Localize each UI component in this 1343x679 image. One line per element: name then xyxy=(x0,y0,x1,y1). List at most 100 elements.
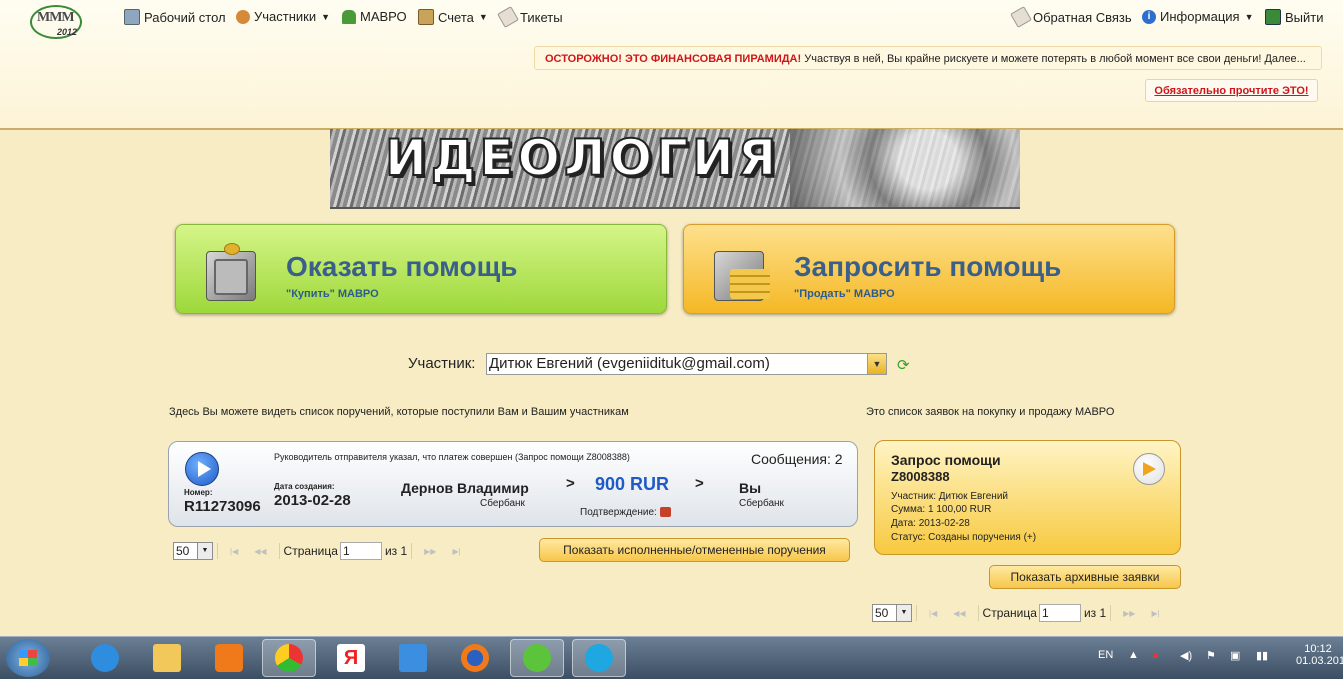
next-page-icon[interactable]: ▶▶ xyxy=(424,547,436,556)
per-page-value: 50 xyxy=(176,544,190,558)
nav-participants[interactable]: Участники ▼ xyxy=(236,9,330,24)
give-help-title: Оказать помощь xyxy=(286,251,518,282)
taskbar-mail[interactable] xyxy=(386,639,440,677)
taskbar-media-player[interactable] xyxy=(202,639,256,677)
order-number-label: Номер: xyxy=(184,488,213,497)
taskbar-explorer[interactable] xyxy=(140,639,194,677)
nav-tickets[interactable]: Тикеты xyxy=(497,6,563,28)
nav-mavro[interactable]: МАВРО xyxy=(342,9,407,24)
nav-info[interactable]: i Информация ▼ xyxy=(1142,9,1254,24)
nav-logout-label: Выйти xyxy=(1285,9,1324,25)
request-card[interactable]: Запрос помощи Z8008388 Участник: Дитюк Е… xyxy=(874,440,1181,555)
nav-feedback[interactable]: Обратная Связь xyxy=(1010,6,1132,28)
power-icon[interactable]: ▣ xyxy=(1230,649,1240,662)
volume-icon[interactable]: ◀) xyxy=(1180,649,1192,662)
order-card[interactable]: Руководитель отправителя указал, что пла… xyxy=(168,441,858,527)
prev-page-icon[interactable]: ◀◀ xyxy=(953,609,965,618)
desktop-icon xyxy=(124,9,140,25)
page-input[interactable]: 1 xyxy=(1038,604,1081,622)
chevron-down-icon: ▼ xyxy=(896,605,911,621)
participant-label: Участник: xyxy=(408,355,476,372)
feedback-icon xyxy=(1010,6,1032,28)
logo-mark: МММ xyxy=(37,10,75,25)
divider xyxy=(278,543,280,559)
must-read-link[interactable]: Обязательно прочтите ЭТО! xyxy=(1145,79,1318,102)
request-help-button[interactable]: Запросить помощь "Продать" МАВРО xyxy=(683,224,1175,314)
request-help-title: Запросить помощь xyxy=(794,251,1062,282)
chevron-down-icon: ▼ xyxy=(1244,11,1254,22)
signal-icon[interactable]: ▮▮ xyxy=(1256,649,1268,662)
orders-pager: 50 ▼ |◀ ◀◀ Страница 1 из 1 ▶▶ ▶| xyxy=(173,542,469,560)
nav-desktop-label: Рабочий стол xyxy=(144,9,226,25)
nav-logout[interactable]: Выйти xyxy=(1265,9,1324,25)
next-page-icon[interactable]: ▶▶ xyxy=(1123,609,1135,618)
nav-desktop[interactable]: Рабочий стол xyxy=(124,9,226,25)
network-warning-icon[interactable]: ▲ xyxy=(1150,649,1161,661)
mmm-logo[interactable]: МММ 2012 xyxy=(30,3,82,39)
firefox-icon xyxy=(461,644,489,672)
divider xyxy=(916,605,917,621)
windows-taskbar: Я EN ▲ ▲ ◀) ⚑ ▣ ▮▮ 10:12 01.03.2013 xyxy=(0,636,1343,679)
flag-icon[interactable]: ⚑ xyxy=(1206,649,1216,662)
order-note: Руководитель отправителя указал, что пла… xyxy=(274,452,630,462)
mail-icon xyxy=(399,644,427,672)
divider xyxy=(411,543,413,559)
explorer-icon xyxy=(153,644,181,672)
divider xyxy=(217,543,218,559)
divider xyxy=(977,605,979,621)
page-label: Страница xyxy=(982,606,1037,620)
nav-accounts-label: Счета xyxy=(438,9,474,25)
orders-per-page-select[interactable]: 50 ▼ xyxy=(173,542,213,560)
ideology-banner[interactable]: ИДЕОЛОГИЯ xyxy=(330,128,1020,209)
participant-select[interactable]: Дитюк Евгений (evgeniidituk@gmail.com) ▼ xyxy=(486,353,887,375)
arrow-right-icon: > xyxy=(695,475,704,492)
prev-page-icon[interactable]: ◀◀ xyxy=(254,547,266,556)
taskbar-skype[interactable] xyxy=(572,639,626,677)
tray-expand-icon[interactable]: ▲ xyxy=(1128,649,1139,661)
nav-mavro-label: МАВРО xyxy=(360,9,407,24)
arrow-right-circle-icon[interactable] xyxy=(1133,453,1165,485)
page-input[interactable]: 1 xyxy=(339,542,382,560)
chevron-down-icon: ▼ xyxy=(478,12,488,22)
warning-text: Участвуя в ней, Вы крайне рискуете и мож… xyxy=(801,53,1306,65)
request-status: Статус: Созданы поручения (+) xyxy=(891,532,1037,543)
order-amount: 900 RUR xyxy=(595,474,670,494)
order-number: R11273096 xyxy=(184,498,261,515)
order-sender-bank: Сбербанк xyxy=(480,498,525,509)
order-recipient-name: Вы xyxy=(739,480,762,496)
show-archive-button[interactable]: Показать архивные заявки xyxy=(989,565,1181,589)
request-title: Запрос помощи xyxy=(891,452,1001,468)
taskbar-chrome[interactable] xyxy=(262,639,316,677)
first-page-icon[interactable]: |◀ xyxy=(929,609,937,618)
start-button[interactable] xyxy=(6,639,50,677)
banner-artwork xyxy=(790,129,1020,207)
page-label: Страница xyxy=(283,544,338,558)
chevron-down-icon[interactable]: ▼ xyxy=(867,354,886,374)
request-participant: Участник: Дитюк Евгений xyxy=(891,491,1009,502)
order-sender-name: Дернов Владимир xyxy=(401,480,529,496)
confirmation-icon[interactable] xyxy=(659,507,671,518)
taskbar-clock[interactable]: 10:12 01.03.2013 xyxy=(1296,643,1343,667)
requests-per-page-select[interactable]: 50 ▼ xyxy=(872,604,912,622)
page-of-label: из 1 xyxy=(1083,606,1107,620)
nav-accounts[interactable]: Счета ▼ xyxy=(418,9,488,25)
ie-icon xyxy=(91,644,119,672)
show-completed-orders-button[interactable]: Показать исполненные/отмененные поручени… xyxy=(539,538,850,562)
taskbar-firefox[interactable] xyxy=(448,639,502,677)
first-page-icon[interactable]: |◀ xyxy=(230,547,238,556)
last-page-icon[interactable]: ▶| xyxy=(1151,609,1159,618)
order-date: 2013-02-28 xyxy=(274,492,351,509)
request-amount: Сумма: 1 100,00 RUR xyxy=(891,504,992,515)
taskbar-yandex[interactable]: Я xyxy=(324,639,378,677)
give-help-button[interactable]: Оказать помощь "Купить" МАВРО xyxy=(175,224,667,314)
order-messages[interactable]: Сообщения: 2 xyxy=(751,451,843,467)
pyramid-warning[interactable]: ОСТОРОЖНО! ЭТО ФИНАНСОВАЯ ПИРАМИДА! Учас… xyxy=(534,46,1322,70)
taskbar-icq[interactable] xyxy=(510,639,564,677)
language-indicator[interactable]: EN xyxy=(1098,649,1113,661)
order-date-label: Дата создания: xyxy=(274,482,335,491)
refresh-icon[interactable]: ⟳ xyxy=(897,356,910,374)
last-page-icon[interactable]: ▶| xyxy=(452,547,460,556)
play-icon[interactable] xyxy=(185,452,219,486)
taskbar-ie[interactable] xyxy=(78,639,132,677)
divider xyxy=(1110,605,1112,621)
